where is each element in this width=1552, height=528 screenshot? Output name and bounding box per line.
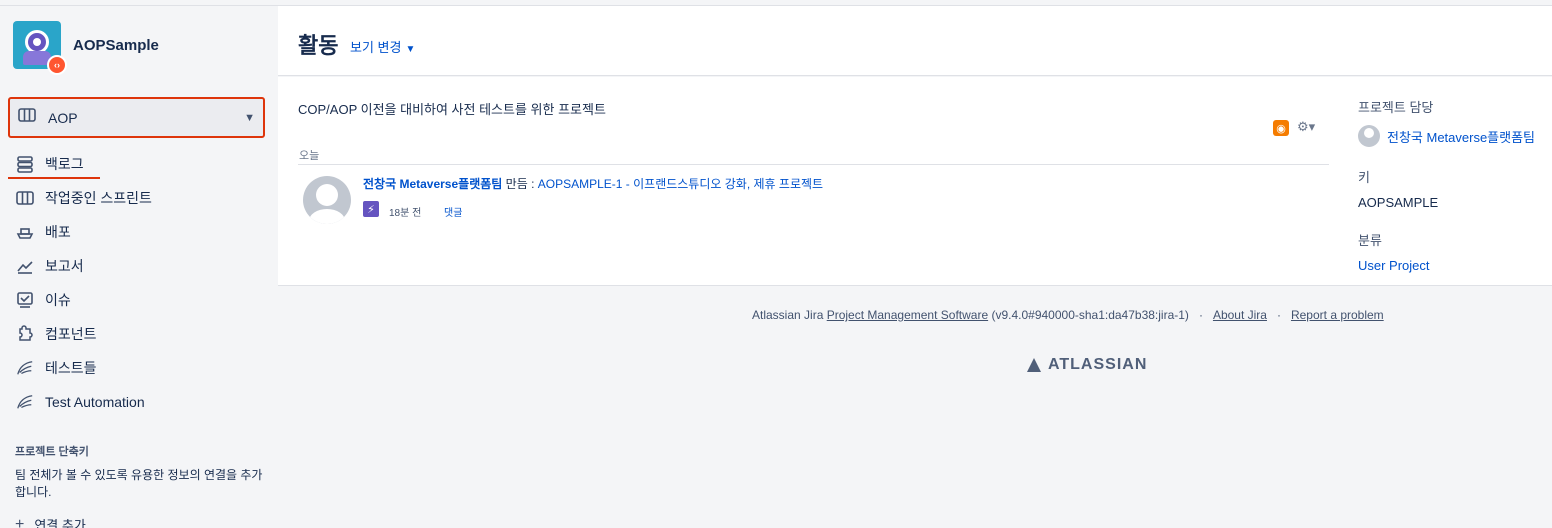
project-avatar: ‹› xyxy=(13,21,67,75)
page-title: 활동 xyxy=(298,33,339,58)
wing-icon xyxy=(16,393,34,411)
sidebar-item-label: 작업중인 스프린트 xyxy=(45,190,152,206)
category-link[interactable]: User Project xyxy=(1358,258,1535,273)
gear-icon[interactable]: ⚙▾ xyxy=(1297,119,1315,135)
sidebar-item-test-automation[interactable]: Test Automation xyxy=(0,385,277,419)
project-key: AOPSAMPLE xyxy=(1358,195,1439,210)
sidebar-item-sprint[interactable]: 작업중인 스프린트 xyxy=(0,181,277,215)
board-icon xyxy=(16,189,34,207)
sidebar-item-label: 이슈 xyxy=(45,292,71,308)
sidebar-item-label: Test Automation xyxy=(45,394,145,410)
divider xyxy=(298,164,1329,165)
separator: · xyxy=(1276,308,1281,322)
code-badge-icon: ‹› xyxy=(47,55,67,75)
chevron-down-icon: ▼ xyxy=(244,111,255,124)
project-name[interactable]: AOPSample xyxy=(73,37,159,54)
atlassian-logo-icon xyxy=(1027,358,1041,372)
plus-icon: + xyxy=(15,515,25,528)
active-underline xyxy=(8,177,100,179)
project-header[interactable]: ‹› AOPSample xyxy=(13,21,159,75)
atlassian-logo[interactable]: ATLASSIAN xyxy=(1027,356,1147,374)
view-change-label: 보기 변경 xyxy=(350,40,402,55)
wing-icon xyxy=(16,359,34,377)
footer-version: (v9.4.0#940000-sha1:da47b38:jira-1) xyxy=(988,308,1189,322)
sidebar-item-label: 배포 xyxy=(45,224,71,240)
project-description: COP/AOP 이전을 대비하여 사전 테스트를 위한 프로젝트 xyxy=(298,102,606,117)
atlassian-brand: ATLASSIAN xyxy=(1048,356,1148,373)
ship-icon xyxy=(16,223,34,241)
activity-verb: 만듬 : xyxy=(502,177,538,191)
report-problem-link[interactable]: Report a problem xyxy=(1291,308,1384,322)
rss-icon[interactable]: ◉ xyxy=(1273,120,1289,136)
shortcuts-description: 팀 전체가 볼 수 있도록 유용한 정보의 연결을 추가합니다. xyxy=(15,468,263,499)
pms-link[interactable]: Project Management Software xyxy=(827,308,988,322)
project-info: 프로젝트 담당 전창국 Metaverse플랫폼팀 키 AOPSAMPLE 분류… xyxy=(1358,97,1535,273)
activity-user-link[interactable]: 전창국 Metaverse플랫폼팀 xyxy=(363,177,502,191)
avatar xyxy=(1358,125,1380,147)
issue-link[interactable]: AOPSAMPLE-1 - 이프랜드스튜디오 강화, 제휴 프로젝트 xyxy=(538,177,823,191)
activity-time: 18분 전 xyxy=(389,208,422,219)
puzzle-icon xyxy=(16,325,34,343)
activity-panel: COP/AOP 이전을 대비하여 사전 테스트를 위한 프로젝트 ◉ ⚙▾ 오늘… xyxy=(278,77,1552,286)
sidebar-item-reports[interactable]: 보고서 xyxy=(0,249,277,283)
footer-prefix: Atlassian Jira xyxy=(752,308,827,322)
sidebar-nav: 백로그 작업중인 스프린트 배포 보고서 이슈 컴포넌트 테스트들 Test A… xyxy=(0,147,277,419)
sidebar-item-label: 보고서 xyxy=(45,258,84,274)
sidebar-item-label: 백로그 xyxy=(45,156,84,172)
category-label: 분류 xyxy=(1358,233,1382,248)
page-header: 활동 보기 변경 ▼ xyxy=(278,6,1552,76)
board-icon xyxy=(18,107,36,128)
chevron-down-icon: ▼ xyxy=(405,44,416,55)
shortcuts-title: 프로젝트 단축키 xyxy=(15,446,89,458)
date-group-label: 오늘 xyxy=(299,150,320,162)
comment-link[interactable]: 댓글 xyxy=(444,204,462,219)
board-selector-label: AOP xyxy=(48,109,78,126)
project-lead[interactable]: 전창국 Metaverse플랫폼팀 xyxy=(1358,125,1535,147)
backlog-icon xyxy=(16,155,34,173)
project-sidebar: ‹› AOPSample AOP ▼ 백로그 작업중인 스프린트 배포 보고서 … xyxy=(0,6,277,528)
sidebar-item-label: 컴포넌트 xyxy=(45,326,97,342)
add-link-button[interactable]: + 연결 추가 xyxy=(15,515,86,528)
sidebar-item-issues[interactable]: 이슈 xyxy=(0,283,277,317)
lead-name-link[interactable]: 전창국 Metaverse플랫폼팀 xyxy=(1387,127,1535,146)
sidebar-item-tests[interactable]: 테스트들 xyxy=(0,351,277,385)
view-change-dropdown[interactable]: 보기 변경 ▼ xyxy=(350,37,415,56)
activity-entry: 전창국 Metaverse플랫폼팀 만듬 : AOPSAMPLE-1 - 이프랜… xyxy=(363,175,823,192)
footer: Atlassian Jira Project Management Softwa… xyxy=(752,308,1384,322)
lead-label: 프로젝트 담당 xyxy=(1358,100,1434,115)
sidebar-item-label: 테스트들 xyxy=(45,360,97,376)
sidebar-item-components[interactable]: 컴포넌트 xyxy=(0,317,277,351)
about-jira-link[interactable]: About Jira xyxy=(1213,308,1267,322)
add-link-label: 연결 추가 xyxy=(34,518,86,528)
chart-icon xyxy=(16,257,34,275)
issues-icon xyxy=(16,291,34,309)
separator: · xyxy=(1198,308,1203,322)
avatar[interactable] xyxy=(303,176,351,224)
sidebar-item-release[interactable]: 배포 xyxy=(0,215,277,249)
lightning-icon: ⚡ xyxy=(363,201,379,217)
sidebar-item-backlog[interactable]: 백로그 xyxy=(0,147,277,181)
board-selector[interactable]: AOP ▼ xyxy=(8,97,265,138)
key-label: 키 xyxy=(1358,170,1370,185)
